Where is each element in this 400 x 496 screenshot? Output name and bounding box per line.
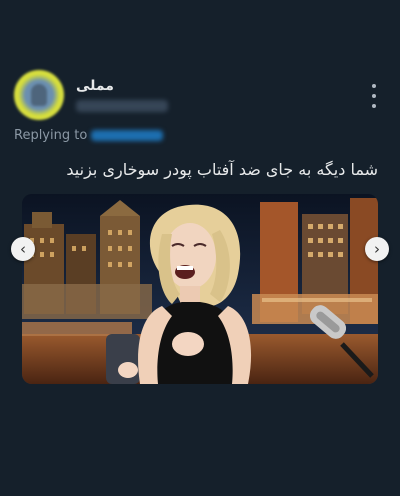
- chevron-right-icon[interactable]: ›: [365, 237, 389, 261]
- media-image[interactable]: [22, 194, 378, 384]
- display-name[interactable]: مملی: [76, 78, 114, 94]
- city-backdrop-right: [252, 198, 378, 324]
- avatar[interactable]: [14, 70, 64, 120]
- replying-to: Replying to: [14, 128, 164, 143]
- more-options-icon[interactable]: [368, 84, 380, 108]
- username-blurred[interactable]: [76, 100, 168, 112]
- tweet-text: شما دیگه به جای ضد آفتاب پودر سوخاری بزن…: [66, 160, 378, 179]
- reply-handle-blurred[interactable]: [91, 130, 164, 141]
- talk-show-photo: [22, 194, 378, 384]
- tweet-header: مملی: [14, 70, 386, 126]
- chevron-left-icon[interactable]: ‹: [11, 237, 35, 261]
- replying-label: Replying to: [14, 128, 88, 143]
